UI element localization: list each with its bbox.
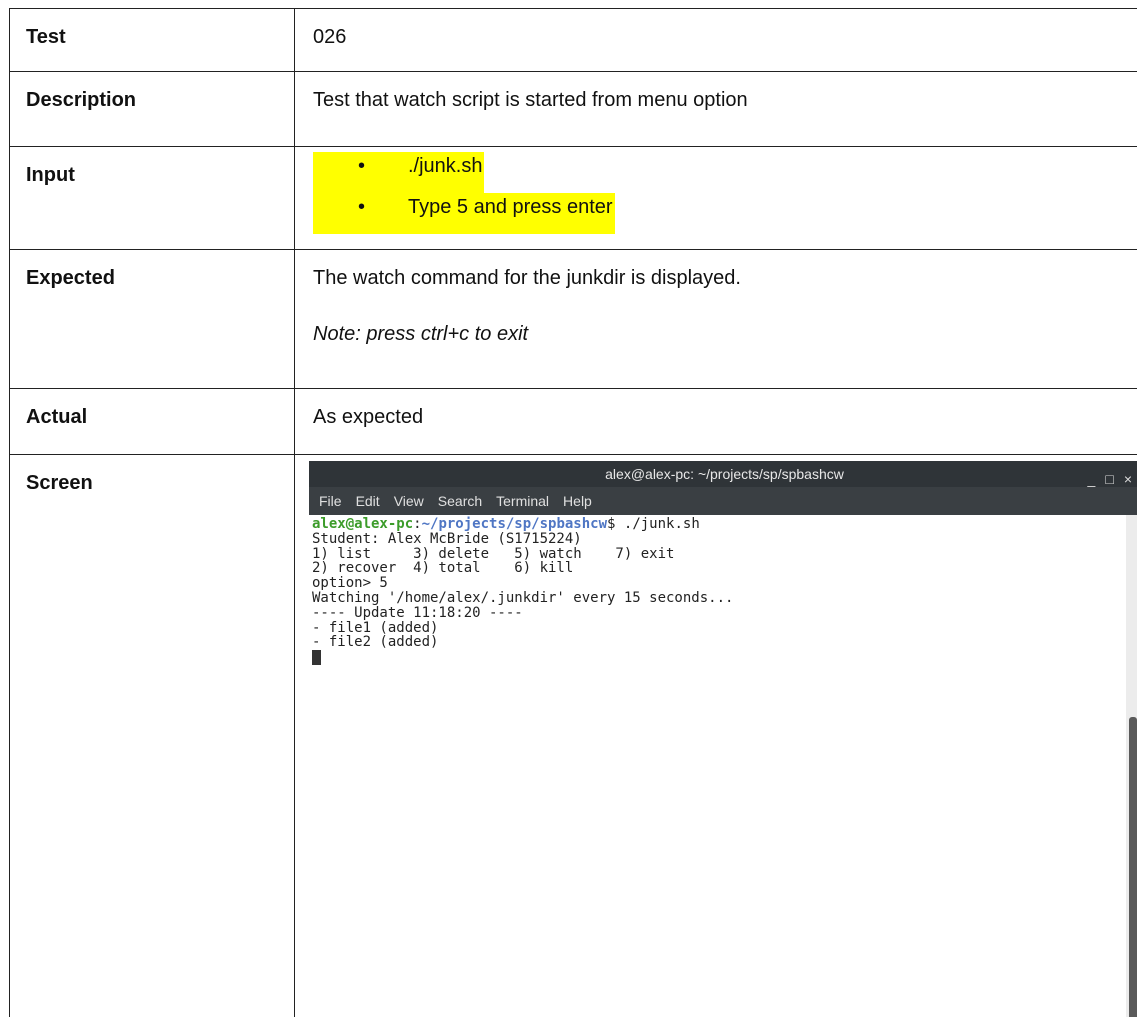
- value-screen: alex@alex-pc: ~/projects/sp/spbashcw _ □…: [294, 454, 1137, 1017]
- output-line: - file2 (added): [312, 634, 439, 651]
- prompt-separator: :: [413, 516, 422, 532]
- output-line: - file1 (added): [312, 619, 439, 636]
- terminal-scrollbar: [1126, 515, 1137, 1017]
- prompt-path: ~/projects/sp/spbashcw: [421, 516, 608, 532]
- minimize-icon: _: [1087, 471, 1096, 487]
- output-line: 2) recover 4) total 6) kill: [312, 560, 574, 577]
- value-description: Test that watch script is started from m…: [294, 71, 1137, 147]
- expected-text: The watch command for the junkdir is dis…: [313, 267, 741, 289]
- terminal-menubar: File Edit View Search Terminal Help: [309, 487, 1137, 515]
- maximize-icon: □: [1105, 471, 1114, 487]
- label-test: Test: [9, 8, 295, 72]
- value-test: 026: [294, 8, 1137, 72]
- terminal-cursor: [312, 650, 321, 666]
- terminal-output: alex@alex-pc:~/projects/sp/spbashcw$ ./j…: [309, 515, 1137, 1017]
- list-item: Type 5 and press enter: [313, 193, 1137, 234]
- prompt-line: alex@alex-pc:~/projects/sp/spbashcw$ ./j…: [312, 517, 1137, 532]
- row-screen: Screen alex@alex-pc: ~/projects/sp/spbas…: [9, 454, 1137, 1017]
- output-line: Watching '/home/alex/.junkdir' every 15 …: [312, 589, 734, 606]
- value-input: ./junk.sh Type 5 and press enter: [294, 146, 1137, 250]
- menu-edit: Edit: [355, 493, 380, 509]
- input-step-text: Type 5 and press enter: [408, 196, 613, 218]
- row-actual: Actual As expected: [9, 388, 1137, 455]
- menu-view: View: [393, 493, 424, 509]
- row-input: Input ./junk.sh Type 5 and press enter: [9, 146, 1137, 250]
- menu-help: Help: [563, 493, 592, 509]
- input-steps-list: ./junk.sh Type 5 and press enter: [313, 152, 1137, 234]
- close-icon: ×: [1123, 471, 1132, 487]
- test-case-table: Test 026 Description Test that watch scr…: [9, 8, 1137, 1017]
- output-line: ---- Update 11:18:20 ----: [312, 604, 523, 621]
- terminal-screenshot: alex@alex-pc: ~/projects/sp/spbashcw _ □…: [309, 461, 1137, 1017]
- highlighted-step: Type 5 and press enter: [313, 193, 615, 234]
- label-screen: Screen: [9, 454, 295, 1017]
- cursor-line: [312, 650, 1137, 666]
- menu-search: Search: [437, 493, 483, 509]
- list-item: ./junk.sh: [313, 152, 1137, 193]
- row-description: Description Test that watch script is st…: [9, 71, 1137, 147]
- row-test: Test 026: [9, 8, 1137, 72]
- bullet-icon: [313, 193, 408, 234]
- label-expected: Expected: [9, 249, 295, 389]
- menu-file: File: [319, 493, 342, 509]
- row-expected: Expected The watch command for the junkd…: [9, 249, 1137, 389]
- terminal-titlebar: alex@alex-pc: ~/projects/sp/spbashcw _ □…: [309, 461, 1137, 487]
- value-expected: The watch command for the junkdir is dis…: [294, 249, 1137, 389]
- expected-note: Note: press ctrl+c to exit: [313, 323, 529, 345]
- value-actual: As expected: [294, 388, 1137, 455]
- output-line: Student: Alex McBride (S1715224): [312, 530, 582, 547]
- prompt-command: $ ./junk.sh: [607, 516, 700, 532]
- prompt-user: alex@alex-pc: [312, 516, 414, 532]
- input-step-text: ./junk.sh: [408, 155, 483, 177]
- scrollbar-thumb: [1129, 717, 1137, 1017]
- label-input: Input: [9, 146, 295, 250]
- bullet-icon: [313, 152, 408, 193]
- terminal-title: alex@alex-pc: ~/projects/sp/spbashcw: [605, 466, 844, 482]
- label-description: Description: [9, 71, 295, 147]
- label-actual: Actual: [9, 388, 295, 455]
- window-controls: _ □ ×: [1088, 465, 1132, 493]
- menu-terminal: Terminal: [496, 493, 550, 509]
- highlighted-step: ./junk.sh: [313, 152, 485, 193]
- output-line: 1) list 3) delete 5) watch 7) exit: [312, 545, 675, 562]
- output-line: option> 5: [312, 575, 388, 592]
